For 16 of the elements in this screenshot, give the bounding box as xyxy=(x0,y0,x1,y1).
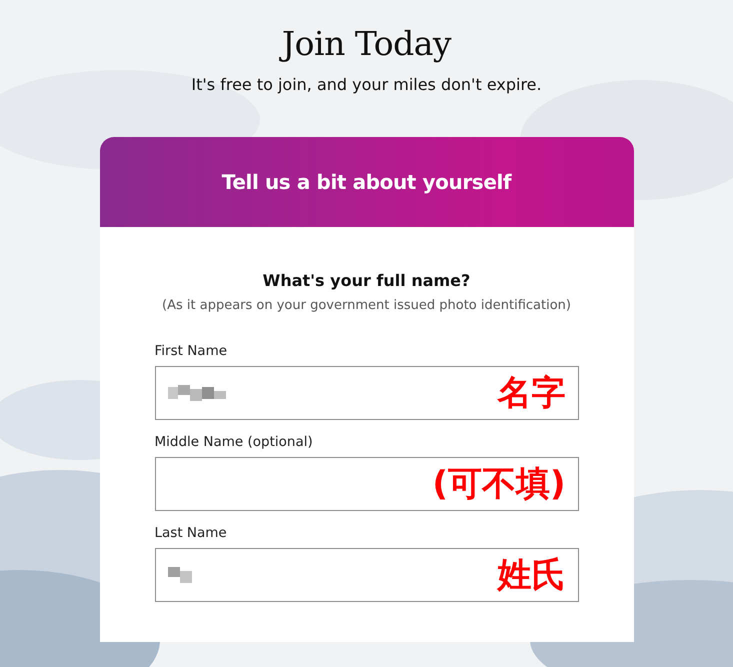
input-field[interactable]: 姓氏 xyxy=(154,548,578,602)
input-field[interactable]: 名字 xyxy=(154,366,578,420)
field-label: First Name xyxy=(154,343,228,359)
card-header: Tell us a bit about yourself xyxy=(100,137,634,227)
blurred-value-icon xyxy=(168,567,192,583)
annotation-text: (可不填) xyxy=(432,463,566,506)
field-label: Middle Name (optional) xyxy=(154,434,314,450)
blurred-value-icon xyxy=(168,385,226,401)
input-field[interactable]: (可不填) xyxy=(154,457,578,511)
section-hint: (As it appears on your government issued photo identification) xyxy=(161,298,572,313)
page-title: Join Today xyxy=(282,24,452,63)
annotation-text: 名字 xyxy=(498,372,566,415)
field-label: Last Name xyxy=(154,525,228,541)
page-subtitle: It's free to join, and your miles don't expire. xyxy=(191,75,542,94)
annotation-text: 姓氏 xyxy=(498,554,566,597)
section-question: What's your full name? xyxy=(262,271,472,290)
